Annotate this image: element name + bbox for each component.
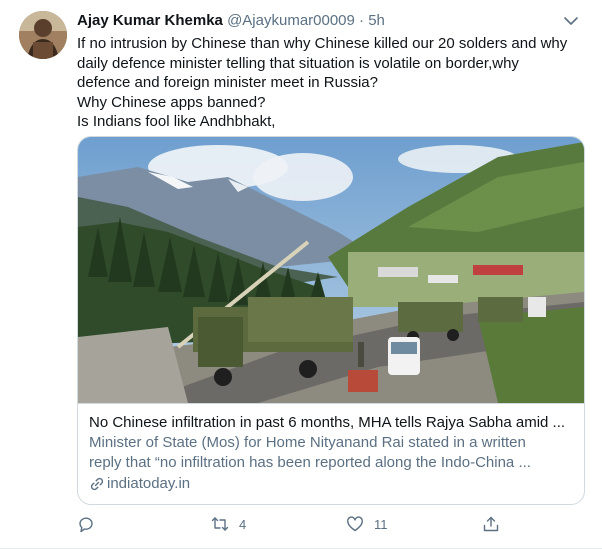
reply-button[interactable] — [77, 515, 105, 533]
tweet-actions: 4 11 — [77, 515, 589, 537]
card-description: Minister of State (Mos) for Home Nityana… — [89, 433, 573, 473]
tweet-time[interactable]: 5h — [368, 12, 385, 29]
author-name[interactable]: Ajay Kumar Khemka — [77, 12, 223, 29]
share-button[interactable] — [482, 515, 500, 533]
card-title: No Chinese infiltration in past 6 months… — [89, 414, 566, 431]
tweet-text-line: If no intrusion by Chinese than why Chin… — [77, 35, 568, 52]
tweet-text-line: daily defence minister telling that situ… — [77, 54, 519, 72]
tweet-text: If no intrusion by Chinese than why Chin… — [77, 34, 589, 132]
card-photo — [78, 137, 584, 403]
retweet-icon — [211, 517, 229, 531]
card-domain-text: indiatoday.in — [107, 475, 191, 492]
tweet-text-line: defence and foreign minister meet in Rus… — [77, 74, 378, 91]
reply-icon — [79, 517, 93, 533]
separator-dot: · — [359, 12, 365, 29]
card-description-line: reply that “no infiltration has been rep… — [89, 454, 531, 471]
card-domain: indiatoday.in — [89, 474, 573, 494]
avatar-photo — [19, 11, 67, 59]
tweet-text-line: Why Chinese apps banned? — [77, 93, 266, 111]
share-icon — [483, 516, 499, 532]
retweet-count: 4 — [239, 516, 247, 532]
like-icon — [347, 516, 363, 532]
retweet-button[interactable]: 4 — [211, 515, 246, 533]
link-card[interactable]: No Chinese infiltration in past 6 months… — [77, 136, 585, 505]
card-image[interactable] — [78, 137, 584, 403]
avatar[interactable] — [19, 11, 67, 59]
link-icon — [90, 477, 104, 491]
like-button[interactable]: 11 — [346, 515, 388, 533]
tweet-header: Ajay Kumar Khemka @Ajaykumar00009 · 5h — [77, 11, 385, 31]
chevron-down-icon — [564, 17, 578, 25]
card-description-line: Minister of State (Mos) for Home Nityana… — [89, 434, 526, 451]
more-options-button[interactable] — [561, 11, 581, 31]
card-meta: No Chinese infiltration in past 6 months… — [78, 403, 584, 504]
tweet-text-line: Is Indians fool like Andhbhakt, — [77, 113, 276, 130]
author-handle[interactable]: @Ajaykumar00009 — [227, 12, 355, 29]
like-count: 11 — [374, 516, 388, 532]
tweet: Ajay Kumar Khemka @Ajaykumar00009 · 5h I… — [0, 0, 602, 549]
